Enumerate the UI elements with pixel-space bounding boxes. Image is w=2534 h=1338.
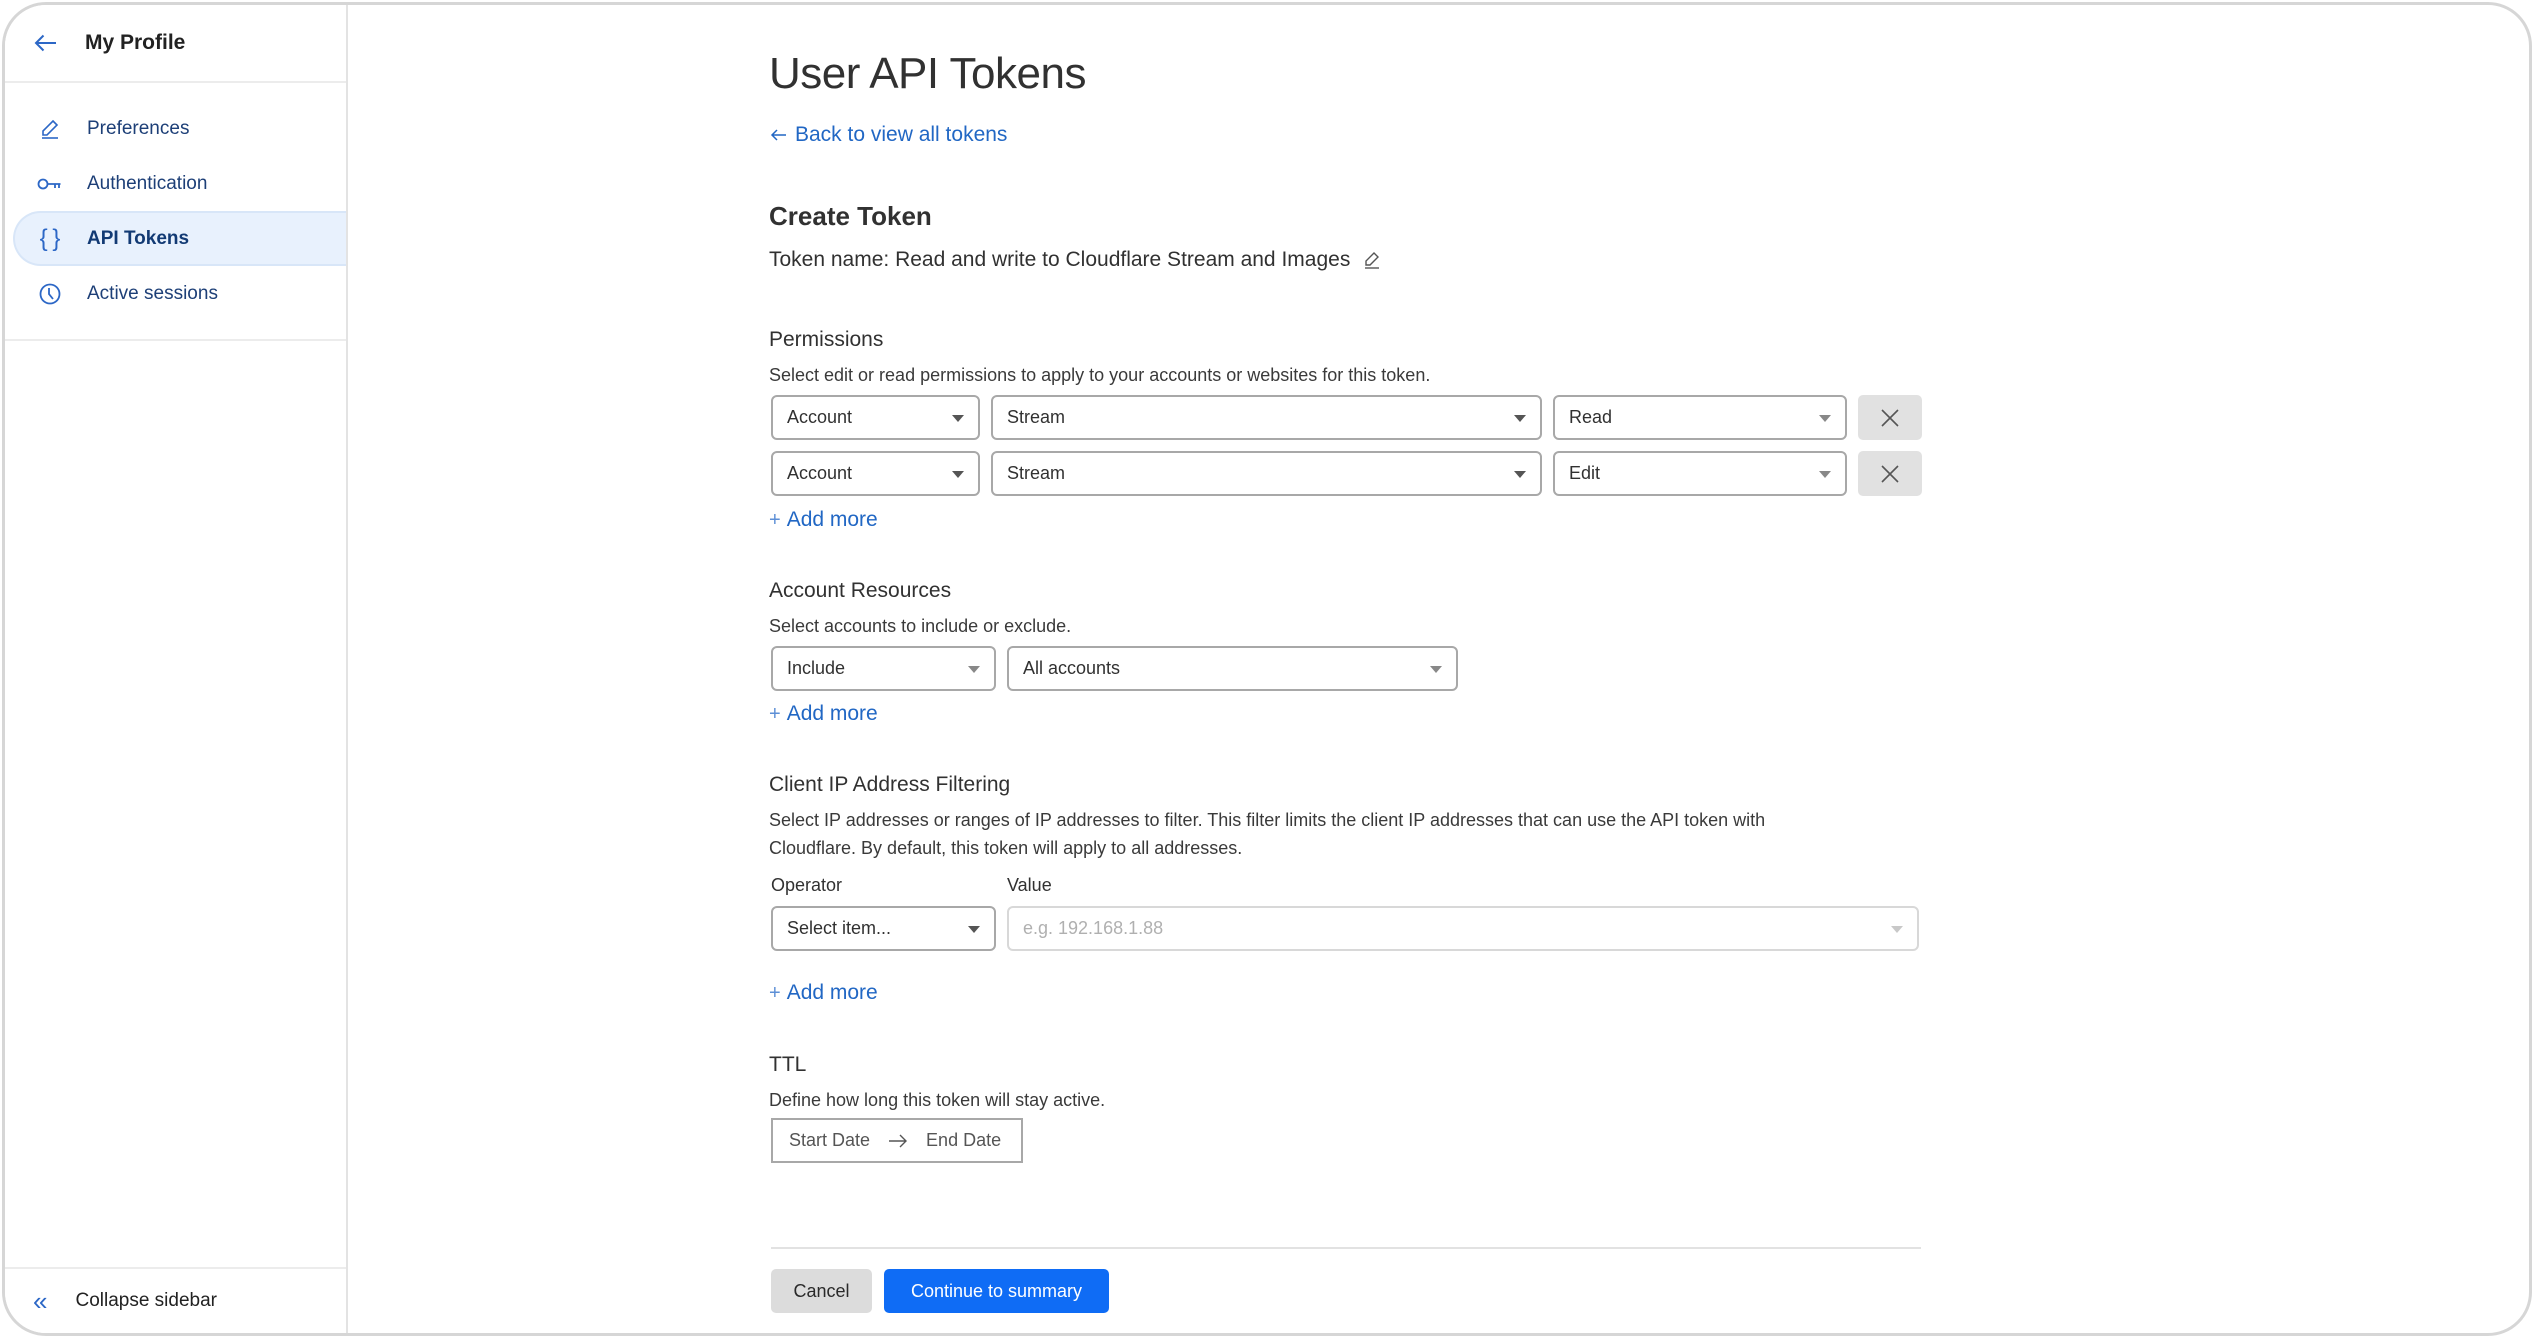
caret-down-icon: [1514, 471, 1526, 478]
select-value: Select item...: [787, 918, 892, 938]
add-more-label: Add more: [786, 981, 878, 1004]
select-value: Stream: [1007, 407, 1066, 427]
add-ip-filter-button[interactable]: + Add more: [769, 981, 878, 1005]
select-value: Read: [1569, 407, 1613, 427]
clock-icon: [35, 279, 65, 309]
sidebar-item-label: Active sessions: [87, 282, 218, 304]
add-more-label: Add more: [786, 702, 878, 725]
collapse-sidebar-button[interactable]: « Collapse sidebar: [5, 1267, 346, 1333]
input-placeholder: e.g. 192.168.1.88: [1023, 918, 1164, 938]
close-icon: [1881, 408, 1899, 427]
sidebar-item-authentication[interactable]: Authentication: [5, 156, 346, 211]
arrow-right-icon: [889, 1134, 908, 1147]
plus-icon: +: [769, 703, 781, 725]
ip-value-input[interactable]: e.g. 192.168.1.88: [1007, 906, 1919, 951]
accounts-select[interactable]: All accounts: [1007, 646, 1458, 691]
add-account-resource-button[interactable]: + Add more: [769, 702, 878, 726]
caret-down-icon: [1819, 471, 1831, 478]
ttl-date-range-picker[interactable]: Start Date End Date: [771, 1118, 1023, 1163]
braces-icon: { }: [39, 224, 61, 252]
ttl-description: Define how long this token will stay act…: [769, 1090, 1106, 1110]
ttl-title: TTL: [769, 1053, 807, 1076]
double-chevron-left-icon: «: [33, 1286, 48, 1316]
sidebar-nav: Preferences Authentication { } API Token…: [5, 83, 346, 341]
permission-resource-select[interactable]: Stream: [991, 451, 1542, 496]
account-resources-description: Select accounts to include or exclude.: [769, 616, 1072, 636]
permissions-title: Permissions: [769, 328, 884, 351]
create-token-heading: Create Token: [769, 201, 932, 231]
sidebar-header: My Profile: [5, 5, 346, 83]
permission-scope-select[interactable]: Account: [771, 395, 980, 440]
account-resources-title: Account Resources: [769, 579, 952, 602]
permission-access-select[interactable]: Read: [1553, 395, 1847, 440]
permission-resource-select[interactable]: Stream: [991, 395, 1542, 440]
page-title: User API Tokens: [769, 49, 1086, 98]
sidebar-item-active-sessions[interactable]: Active sessions: [5, 266, 346, 321]
select-value: Account: [787, 463, 853, 483]
continue-to-summary-button[interactable]: Continue to summary: [884, 1269, 1109, 1313]
end-date-input[interactable]: End Date: [926, 1130, 1001, 1151]
select-value: Edit: [1569, 463, 1601, 483]
pencil-icon: [35, 114, 65, 144]
close-icon: [1881, 464, 1899, 483]
remove-permission-button[interactable]: [1858, 395, 1922, 440]
sidebar-item-api-tokens[interactable]: { } API Tokens: [13, 211, 346, 266]
permission-access-select[interactable]: Edit: [1553, 451, 1847, 496]
operator-label: Operator: [771, 875, 843, 895]
add-permission-button[interactable]: + Add more: [769, 508, 878, 532]
select-value: All accounts: [1023, 658, 1121, 678]
operator-select[interactable]: Select item...: [771, 906, 996, 951]
plus-icon: +: [769, 982, 781, 1004]
edit-token-name-icon[interactable]: [1362, 250, 1382, 270]
caret-down-icon: [1819, 415, 1831, 422]
sidebar-item-label: Preferences: [87, 117, 190, 139]
token-name: Token name: Read and write to Cloudflare…: [769, 248, 1382, 272]
select-value: Account: [787, 407, 853, 427]
form-divider: [771, 1247, 1921, 1249]
permission-scope-select[interactable]: Account: [771, 451, 980, 496]
back-arrow-icon[interactable]: [31, 28, 61, 58]
add-more-label: Add more: [786, 508, 878, 531]
caret-down-icon: [968, 926, 980, 933]
caret-down-icon: [1514, 415, 1526, 422]
sidebar-title: My Profile: [85, 31, 186, 54]
back-to-tokens-link[interactable]: Back to view all tokens: [769, 123, 1007, 147]
caret-down-icon: [1430, 666, 1442, 673]
value-label: Value: [1007, 875, 1052, 895]
cancel-button[interactable]: Cancel: [771, 1269, 872, 1313]
ip-filtering-title: Client IP Address Filtering: [769, 773, 1011, 796]
permissions-description: Select edit or read permissions to apply…: [769, 365, 1431, 385]
app-window: My Profile Preferences Authentication { …: [2, 2, 2532, 1336]
back-link-label: Back to view all tokens: [795, 123, 1008, 146]
sidebar-item-label: API Tokens: [87, 227, 190, 249]
sidebar: My Profile Preferences Authentication { …: [5, 5, 348, 1333]
key-icon: [35, 169, 65, 199]
token-name-text: Token name: Read and write to Cloudflare…: [769, 248, 1351, 271]
plus-icon: +: [769, 509, 781, 531]
remove-permission-button[interactable]: [1858, 451, 1922, 496]
sidebar-item-label: Authentication: [87, 172, 208, 194]
caret-down-icon: [968, 666, 980, 673]
caret-down-icon: [952, 471, 964, 478]
select-value: Stream: [1007, 463, 1066, 483]
select-value: Include: [787, 658, 846, 678]
collapse-sidebar-label: Collapse sidebar: [75, 1290, 217, 1311]
ip-filtering-description-line2: Cloudflare. By default, this token will …: [769, 838, 1243, 858]
caret-down-icon: [952, 415, 964, 422]
caret-down-icon: [1891, 926, 1903, 933]
ip-filtering-description-line1: Select IP addresses or ranges of IP addr…: [769, 810, 1766, 830]
sidebar-item-preferences[interactable]: Preferences: [5, 101, 346, 156]
arrow-left-icon: [770, 129, 786, 141]
include-exclude-select[interactable]: Include: [771, 646, 996, 691]
start-date-input[interactable]: Start Date: [789, 1130, 870, 1151]
